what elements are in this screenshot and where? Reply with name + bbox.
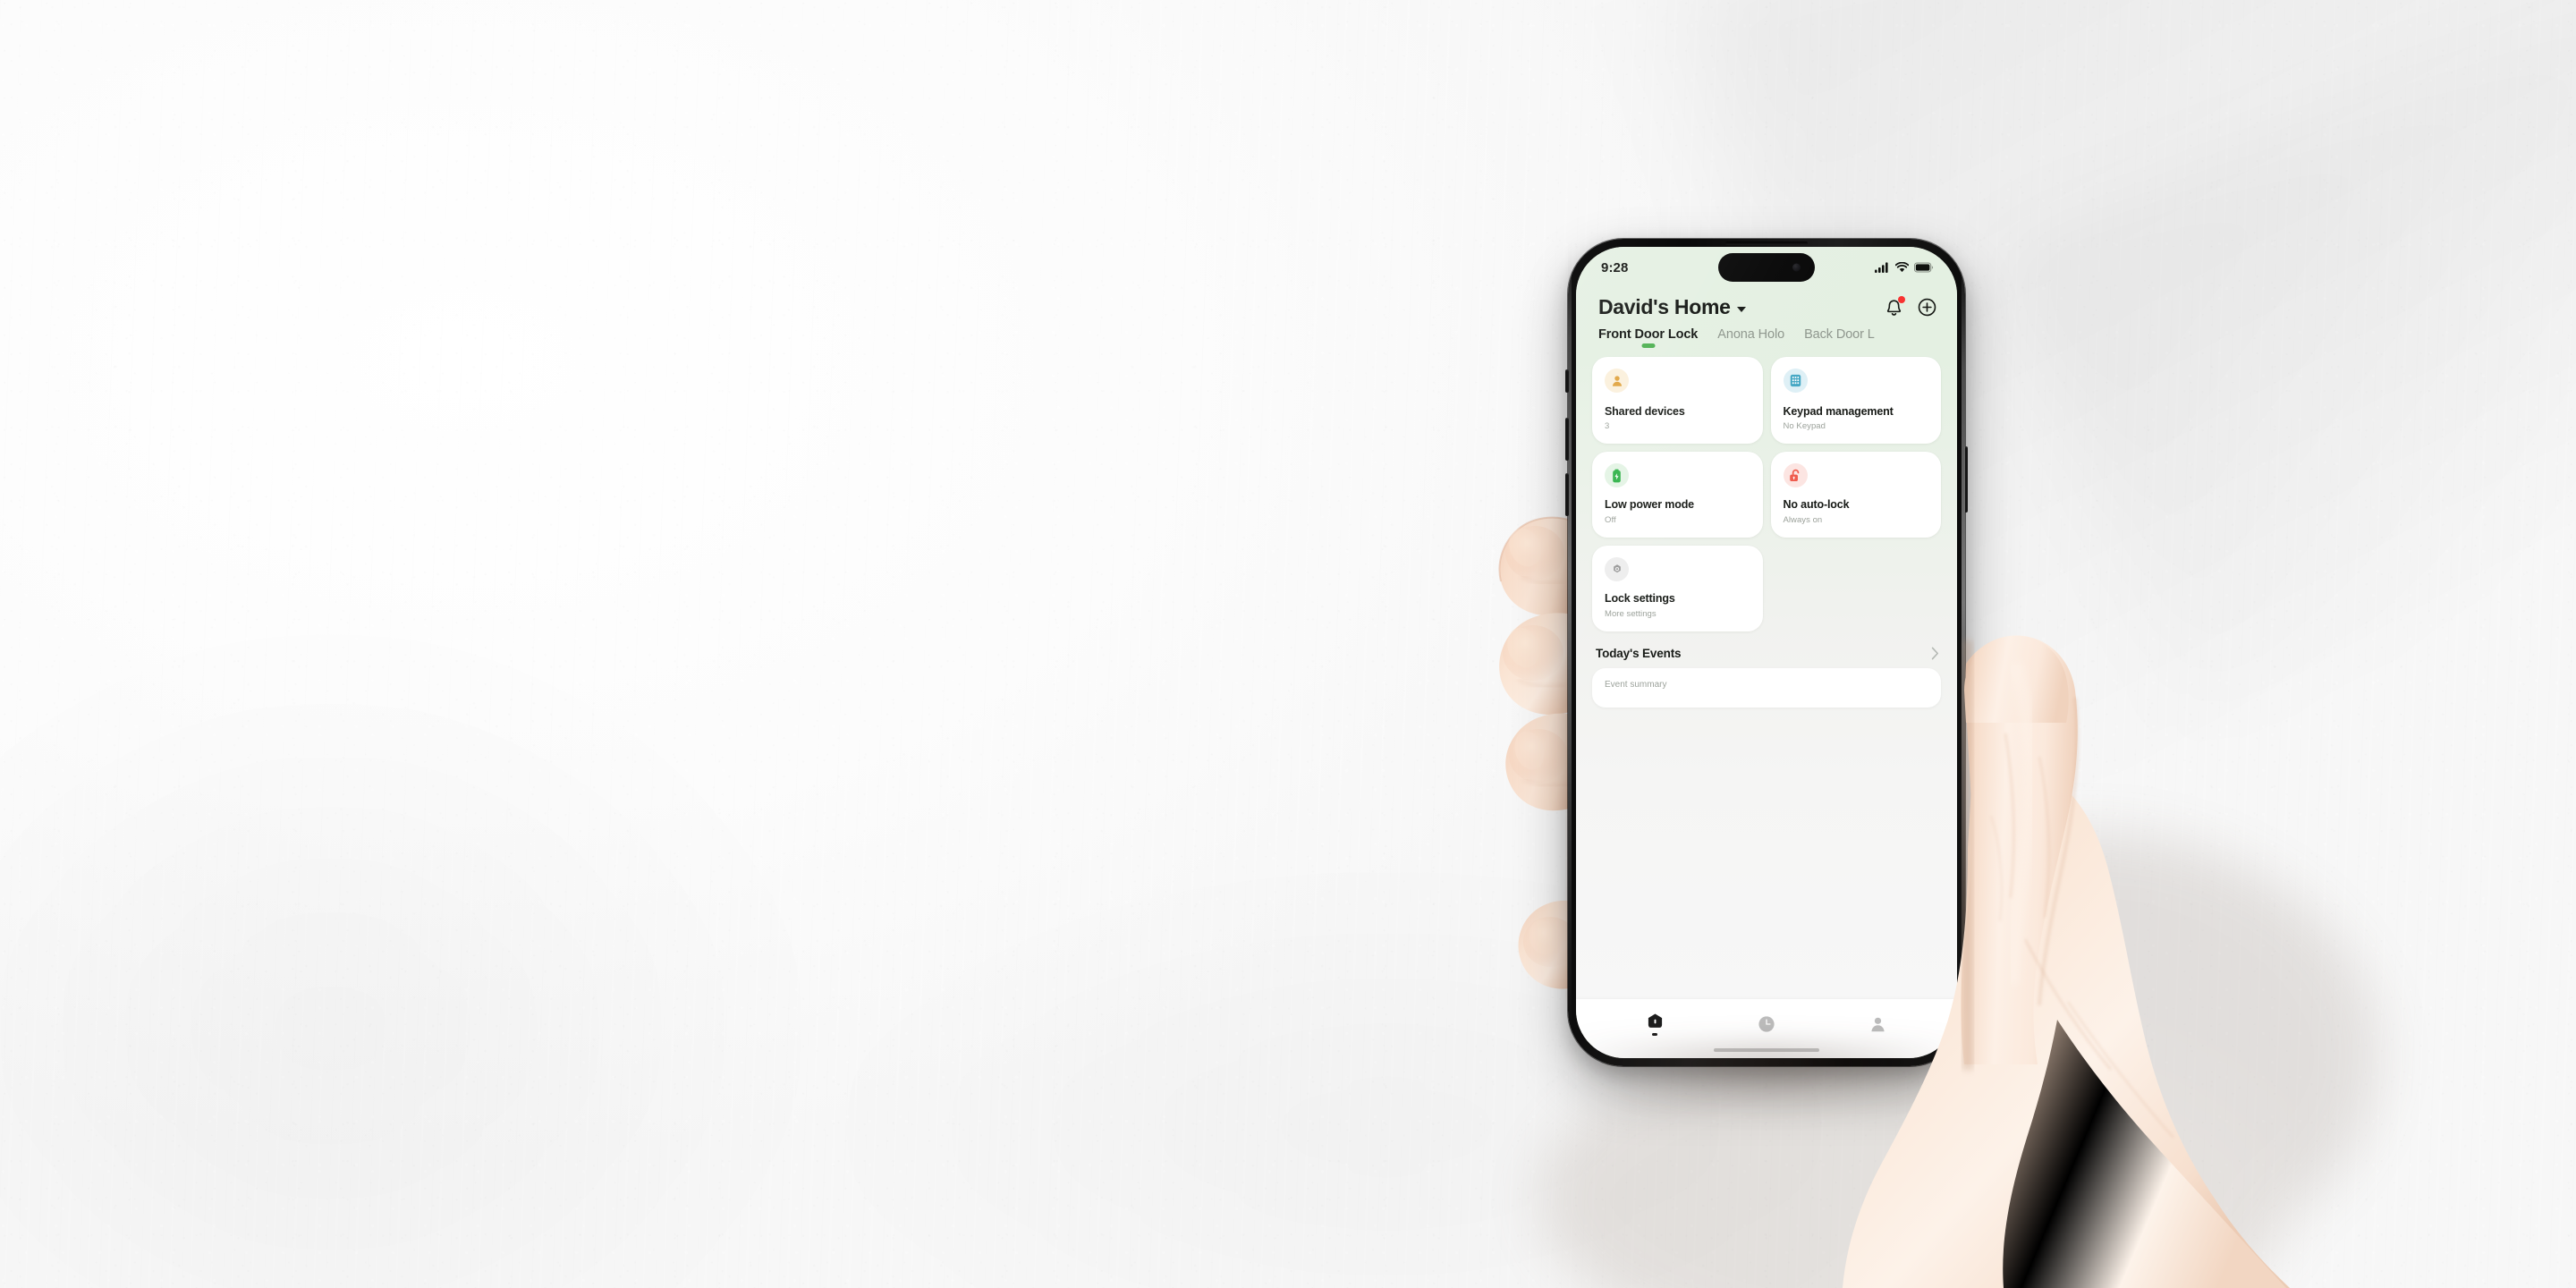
chevron-right-icon[interactable] — [1931, 647, 1939, 660]
person-icon — [1605, 369, 1629, 394]
silent-switch[interactable] — [1565, 369, 1569, 393]
status-indicators — [1875, 262, 1934, 273]
card-lock-settings[interactable]: Lock settings More settings — [1592, 545, 1763, 631]
cellular-signal-icon — [1875, 262, 1888, 273]
app-content: Shared devices 3 Keypad management No Ke… — [1576, 354, 1957, 999]
plus-circle-icon — [1918, 298, 1936, 317]
page-title: David's Home — [1598, 295, 1731, 318]
card-shared-devices[interactable]: Shared devices 3 — [1592, 357, 1763, 445]
clock-icon — [1758, 1016, 1775, 1032]
card-low-power-mode[interactable]: Low power mode Off — [1592, 452, 1763, 538]
volume-down-button[interactable] — [1565, 473, 1569, 516]
gear-icon — [1605, 556, 1629, 581]
card-keypad-management[interactable]: Keypad management No Keypad — [1770, 357, 1941, 445]
battery-icon — [1914, 262, 1934, 273]
card-title: Shared devices — [1605, 404, 1685, 418]
card-subtitle: No Keypad — [1783, 421, 1826, 432]
card-title: Keypad management — [1783, 404, 1894, 418]
section-title: Today's Events — [1596, 646, 1682, 660]
status-time: 9:28 — [1601, 259, 1629, 275]
tab-back-door-lock[interactable]: Back Door L — [1804, 327, 1875, 348]
tab-front-door-lock[interactable]: Front Door Lock — [1598, 327, 1699, 349]
event-summary-card[interactable]: Event summary — [1592, 667, 1941, 708]
app-header: David's Home — [1576, 288, 1957, 323]
card-no-auto-lock[interactable]: No auto-lock Always on — [1770, 452, 1941, 538]
tab-label: Front Door Lock — [1598, 327, 1699, 343]
card-title: Low power mode — [1605, 498, 1694, 512]
home-selector[interactable]: David's Home — [1598, 295, 1746, 318]
earpiece-speaker — [1725, 242, 1808, 245]
phone-shadow-on-hand — [1561, 1046, 1972, 1109]
nav-item-history[interactable] — [1746, 1006, 1787, 1042]
notifications-button[interactable] — [1883, 295, 1905, 318]
card-title: No auto-lock — [1783, 498, 1850, 512]
dynamic-island — [1718, 253, 1815, 282]
battery-charging-icon — [1605, 463, 1629, 488]
tab-active-indicator — [1641, 343, 1656, 349]
unlock-icon — [1783, 463, 1808, 488]
nav-active-dot — [1652, 1032, 1658, 1037]
phone-screen: 9:28 David's Home Front Door Lock Anona … — [1576, 247, 1957, 1058]
front-camera-icon — [1792, 263, 1801, 272]
header-actions — [1883, 295, 1937, 318]
add-device-button[interactable] — [1916, 297, 1937, 318]
nav-item-profile[interactable] — [1858, 1006, 1899, 1042]
wifi-icon — [1895, 262, 1909, 273]
power-button[interactable] — [1964, 446, 1968, 513]
home-icon — [1648, 1013, 1662, 1028]
device-tabs[interactable]: Front Door Lock Anona Holo Back Door L — [1576, 322, 1957, 355]
scene: 9:28 David's Home Front Door Lock Anona … — [0, 0, 2576, 1288]
notification-badge-dot — [1898, 295, 1905, 303]
wall-shadow-left — [0, 626, 823, 1288]
phone-device: 9:28 David's Home Front Door Lock Anona … — [1565, 239, 1968, 1066]
feature-card-grid: Shared devices 3 Keypad management No Ke… — [1592, 354, 1941, 631]
chevron-down-icon[interactable] — [1736, 306, 1746, 312]
status-bar: 9:28 — [1576, 247, 1957, 288]
card-title: Lock settings — [1605, 591, 1675, 605]
card-subtitle: Off — [1605, 514, 1616, 525]
tab-anona-holo[interactable]: Anona Holo — [1717, 327, 1784, 348]
nav-item-home[interactable] — [1634, 1006, 1675, 1042]
tab-label: Back Door L — [1804, 327, 1875, 343]
card-subtitle: More settings — [1605, 608, 1657, 619]
volume-up-button[interactable] — [1565, 418, 1569, 461]
empty-grid-slot — [1771, 546, 1942, 631]
person-icon — [1871, 1017, 1885, 1031]
card-subtitle: 3 — [1605, 421, 1610, 432]
card-subtitle: Always on — [1783, 514, 1823, 525]
event-summary-placeholder: Event summary — [1605, 679, 1667, 690]
keypad-icon — [1783, 369, 1808, 394]
tab-label: Anona Holo — [1717, 327, 1785, 343]
todays-events-header[interactable]: Today's Events — [1592, 631, 1941, 668]
